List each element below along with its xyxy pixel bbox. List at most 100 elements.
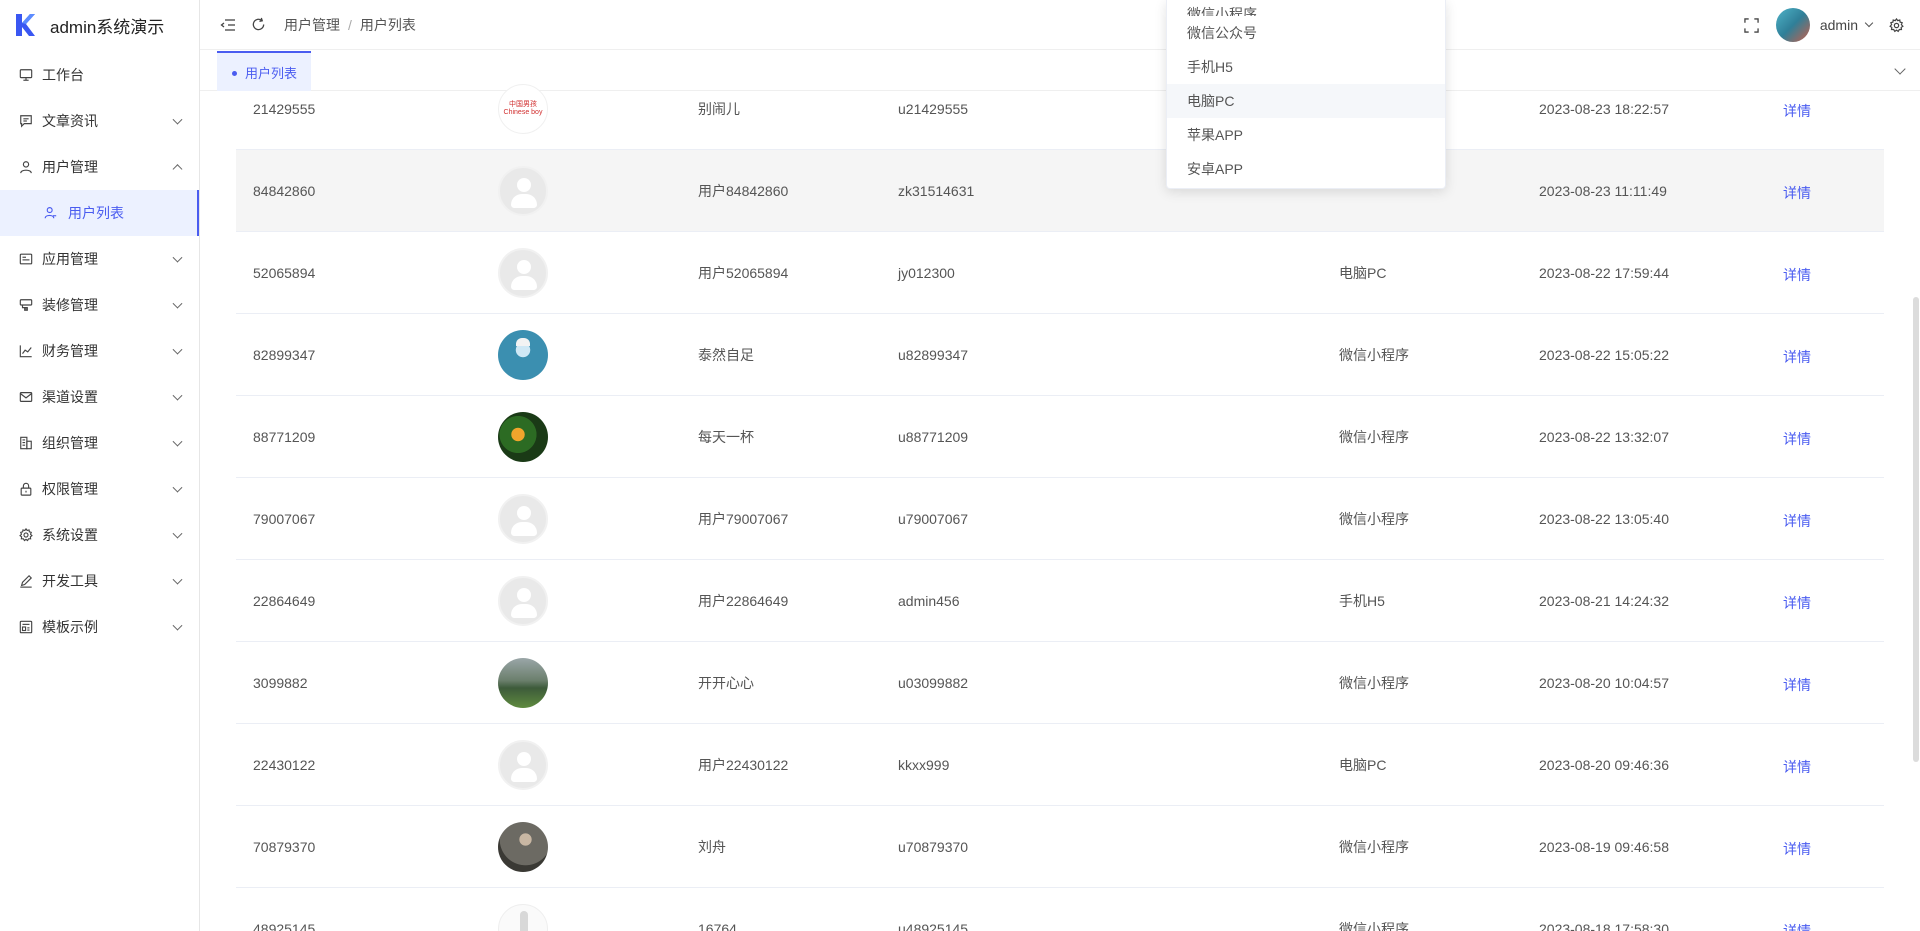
cell-user-id: 22864649 bbox=[253, 593, 316, 609]
app-title: admin系统演示 bbox=[50, 17, 165, 37]
cell-account: kkxx999 bbox=[898, 757, 950, 773]
detail-link[interactable]: 详情 bbox=[1783, 888, 1811, 931]
brand[interactable]: admin系统演示 bbox=[0, 0, 199, 50]
avatar[interactable] bbox=[498, 904, 548, 931]
cell-source: 微信小程序 bbox=[1339, 921, 1409, 931]
sidebar-item-8[interactable]: 权限管理 bbox=[0, 466, 199, 512]
detail-link[interactable]: 详情 bbox=[1783, 560, 1811, 642]
gear-icon[interactable] bbox=[1886, 15, 1906, 35]
cell-avatar bbox=[498, 888, 548, 931]
sidebar-item-label: 文章资讯 bbox=[42, 113, 98, 129]
detail-link[interactable]: 详情 bbox=[1783, 478, 1811, 560]
cell-nickname: 刘舟 bbox=[698, 839, 726, 855]
sidebar-item-3[interactable]: 应用管理 bbox=[0, 236, 199, 282]
breadcrumb-user-management[interactable]: 用户管理 bbox=[284, 15, 340, 35]
dropdown-option-label: 苹果APP bbox=[1187, 127, 1244, 143]
dropdown-option[interactable]: 微信小程序 bbox=[1167, 0, 1445, 16]
lock-icon bbox=[18, 481, 34, 497]
avatar[interactable]: 中国男孩 Chinese boy bbox=[498, 84, 548, 134]
avatar[interactable] bbox=[498, 822, 548, 872]
cell-register-time: 2023-08-22 17:59:44 bbox=[1539, 265, 1669, 281]
dropdown-option[interactable]: 微信公众号 bbox=[1167, 16, 1445, 50]
sidebar-item-0[interactable]: 工作台 bbox=[0, 52, 199, 98]
breadcrumb-user-list: 用户列表 bbox=[359, 16, 416, 33]
building-icon bbox=[18, 435, 34, 451]
sidebar-item-11[interactable]: 模板示例 bbox=[0, 604, 199, 650]
chevron-down-icon bbox=[172, 574, 183, 585]
sidebar-item-4[interactable]: 装修管理 bbox=[0, 282, 199, 328]
dropdown-option[interactable]: 手机H5 bbox=[1167, 50, 1445, 84]
fullscreen-icon[interactable] bbox=[1742, 15, 1762, 35]
cell-register-time: 2023-08-22 13:05:40 bbox=[1539, 511, 1669, 527]
table-row: 52065894 用户52065894 jy012300 电脑PC 2023-08-22… bbox=[236, 232, 1884, 314]
sidebar-subitem-user-list[interactable]: 用户列表 bbox=[0, 190, 199, 236]
dropdown-option[interactable]: 苹果APP bbox=[1167, 118, 1445, 152]
detail-link[interactable]: 详情 bbox=[1783, 396, 1811, 478]
cell-source: 微信小程序 bbox=[1339, 429, 1409, 445]
table-row: 88771209 每天一杯 u88771209 微信小程序 2023-08-22 13:… bbox=[236, 396, 1884, 478]
sidebar-item-2[interactable]: 用户管理 bbox=[0, 144, 199, 190]
user-avatar[interactable] bbox=[1775, 8, 1810, 42]
avatar[interactable] bbox=[498, 412, 548, 462]
sidebar-item-label: 财务管理 bbox=[42, 343, 98, 359]
detail-link[interactable]: 详情 bbox=[1783, 314, 1811, 396]
cell-user-id: 70879370 bbox=[253, 839, 316, 855]
dropdown-option-label: 安卓APP bbox=[1187, 161, 1244, 177]
sidebar-item-6[interactable]: 渠道设置 bbox=[0, 374, 199, 420]
sidebar-item-9[interactable]: 系统设置 bbox=[0, 512, 199, 558]
detail-link[interactable]: 详情 bbox=[1783, 806, 1811, 888]
dropdown-option[interactable]: 电脑PC bbox=[1167, 84, 1445, 118]
avatar[interactable] bbox=[498, 494, 548, 544]
sidebar-item-label: 用户管理 bbox=[42, 159, 98, 175]
avatar[interactable] bbox=[498, 658, 548, 708]
dropdown-option[interactable]: 安卓APP bbox=[1167, 152, 1445, 186]
sidebar-item-5[interactable]: 财务管理 bbox=[0, 328, 199, 374]
detail-link[interactable]: 详情 bbox=[1783, 68, 1811, 150]
detail-link[interactable]: 详情 bbox=[1783, 232, 1811, 314]
user-name[interactable]: admin bbox=[1820, 17, 1858, 33]
table-row: 3099882 开开心心 u03099882 微信小程序 2023-08-20 10:0… bbox=[236, 642, 1884, 724]
detail-link[interactable]: 详情 bbox=[1783, 724, 1811, 806]
sidebar-item-7[interactable]: 组织管理 bbox=[0, 420, 199, 466]
avatar[interactable] bbox=[498, 576, 548, 626]
chevron-down-icon[interactable] bbox=[1864, 18, 1874, 28]
avatar-logo-text: 中国男孩 bbox=[509, 101, 537, 108]
scrollbar-track[interactable] bbox=[1912, 92, 1920, 931]
tabs-dropdown-chevron-icon[interactable] bbox=[1894, 63, 1906, 75]
cell-source: 微信小程序 bbox=[1339, 675, 1409, 691]
cell-user-id: 21429555 bbox=[253, 101, 316, 117]
cell-register-time: 2023-08-23 18:22:57 bbox=[1539, 101, 1669, 117]
sidebar-item-label: 组织管理 bbox=[42, 435, 98, 451]
sidebar-item-10[interactable]: 开发工具 bbox=[0, 558, 199, 604]
refresh-icon[interactable] bbox=[248, 15, 268, 35]
app-logo-icon bbox=[16, 14, 35, 36]
sidebar-menu: 工作台文章资讯用户管理用户列表应用管理装修管理财务管理渠道设置组织管理权限管理系… bbox=[0, 52, 199, 650]
sidebar-item-label: 工作台 bbox=[42, 67, 84, 83]
chart-icon bbox=[18, 343, 34, 359]
cell-register-time: 2023-08-20 10:04:57 bbox=[1539, 675, 1669, 691]
detail-link[interactable]: 详情 bbox=[1783, 642, 1811, 724]
scrollbar-thumb[interactable] bbox=[1913, 297, 1919, 762]
sidebar-item-1[interactable]: 文章资讯 bbox=[0, 98, 199, 144]
cell-source: 手机H5 bbox=[1339, 593, 1385, 609]
sidebar-item-label: 应用管理 bbox=[42, 251, 98, 267]
message-icon bbox=[18, 113, 34, 129]
cell-user-id: 84842860 bbox=[253, 183, 316, 199]
cell-account: u88771209 bbox=[898, 429, 969, 445]
chevron-down-icon bbox=[172, 620, 183, 631]
cell-nickname: 用户22864649 bbox=[698, 593, 789, 609]
avatar[interactable] bbox=[498, 166, 548, 216]
avatar[interactable] bbox=[498, 740, 548, 790]
dropdown-option-label: 微信小程序 bbox=[1187, 6, 1257, 16]
menu-fold-icon[interactable] bbox=[218, 15, 238, 35]
decorate-icon bbox=[18, 297, 34, 313]
cell-register-time: 2023-08-19 09:46:58 bbox=[1539, 839, 1669, 855]
table-row: 48925145 16764 u48925145 微信小程序 2023-08-18 17… bbox=[236, 888, 1884, 931]
avatar[interactable] bbox=[498, 248, 548, 298]
avatar[interactable] bbox=[498, 330, 548, 380]
chevron-down-icon bbox=[172, 390, 183, 401]
dropdown-option-label: 微信公众号 bbox=[1187, 25, 1257, 41]
detail-link[interactable]: 详情 bbox=[1783, 150, 1811, 232]
cell-register-time: 2023-08-23 11:11:49 bbox=[1539, 183, 1667, 199]
cell-nickname: 用户22430122 bbox=[698, 757, 789, 773]
